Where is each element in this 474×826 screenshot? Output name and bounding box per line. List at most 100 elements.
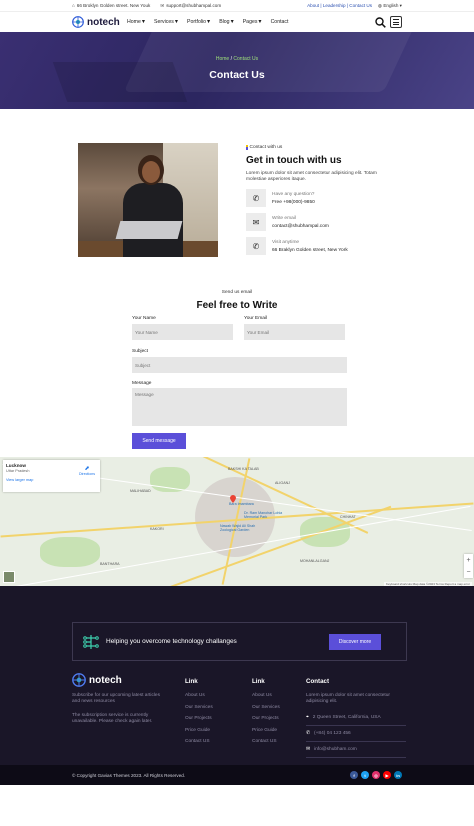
map-embed[interactable]: Bara Imambara Dr. Ram Manohar Lohia Memo… (0, 457, 474, 586)
footer-link-services[interactable]: Our Services (252, 705, 280, 710)
info-label: Visit anytime (272, 239, 300, 245)
menu-toggle-button[interactable] (390, 16, 402, 28)
main-nav: notech Home▼ Services▼ Portfolio▼ Blog▼ … (0, 11, 474, 32)
email-label: Your Email (244, 316, 268, 321)
search-icon[interactable] (375, 16, 386, 28)
map-label: ALIGANJ (275, 481, 290, 485)
footer-logo-text: notech (89, 674, 122, 686)
footer-logo[interactable]: notech (72, 673, 162, 687)
footer-link-services[interactable]: Our Services (185, 705, 213, 710)
logo-icon (72, 16, 84, 28)
breadcrumb: Home / Contact Us (0, 56, 474, 62)
footer-link-price[interactable]: Price Guide (252, 728, 280, 733)
footer-link-contact[interactable]: Contact US (185, 739, 213, 744)
map-label: KAKORI (150, 527, 164, 531)
email-input[interactable] (244, 324, 345, 340)
nav-menu: Home▼ Services▼ Portfolio▼ Blog▼ Pages▼ … (127, 19, 288, 25)
breadcrumb-current: Contact Us (233, 56, 259, 62)
mail-icon: ✉ (306, 747, 311, 752)
directions-label: Directions (79, 472, 95, 476)
instagram-icon[interactable]: ◎ (372, 771, 380, 779)
footer-col-title: Link (185, 678, 198, 685)
map-label: CHINHAT (340, 515, 356, 519)
footer-about: notech Subscribe for our upcoming latest… (72, 673, 162, 725)
nav-item-portfolio[interactable]: Portfolio▼ (187, 19, 211, 25)
contact-form-section: Send us email Feel free to Write Your Na… (0, 288, 474, 449)
top-bar: ⌂ 66 Broklyn Golden street. New Youk ✉ s… (0, 0, 474, 11)
footer-contact-text[interactable]: (+84) 04 123 456 (314, 731, 351, 736)
nav-item-services[interactable]: Services▼ (154, 19, 179, 25)
footer-subscribe-note: The subscription service is currently un… (72, 713, 153, 724)
breadcrumb-home[interactable]: Home (216, 56, 229, 62)
directions-icon: ⬈ (84, 466, 90, 472)
phone-icon: ✆ (246, 189, 266, 207)
footer-contact-phone: ✆ (+84) 04 123 456 (306, 726, 406, 742)
footer-contact-email: ✉ info@shubham.com (306, 742, 406, 758)
satellite-toggle[interactable] (3, 571, 15, 583)
footer-about-text: Subscribe for our upcoming latest articl… (72, 693, 160, 704)
footer-link-projects[interactable]: Our Projects (185, 716, 213, 721)
footer-contact-text[interactable]: info@shubham.com (314, 747, 357, 752)
contact-info-section: Contact with us Get in touch with us Lor… (0, 109, 474, 288)
nav-item-home[interactable]: Home▼ (127, 19, 146, 25)
section-title: Get in touch with us (246, 155, 342, 166)
message-textarea[interactable] (132, 388, 347, 426)
copyright-text: © Copyright Gavias Themes 2023. All Righ… (72, 772, 186, 778)
topbar-links[interactable]: About | Leadership | Contact Us (307, 3, 372, 8)
map-pin-icon (230, 495, 236, 503)
twitter-icon[interactable]: t (361, 771, 369, 779)
zoom-out-button[interactable]: − (466, 569, 470, 576)
info-value[interactable]: Free +98(000)-9850 (272, 200, 315, 205)
footer-contact-desc: Lorem ipsum dolor sit amet consectetur a… (306, 693, 390, 704)
form-tag: Send us email (221, 290, 253, 295)
nav-item-contact[interactable]: Contact (271, 19, 289, 25)
directions-button[interactable]: ⬈ Directions (79, 465, 95, 476)
location-icon: ⌂ (72, 3, 75, 8)
zoom-in-button[interactable]: + (466, 557, 470, 564)
map-label: Nawab Wajid Ali Shah Zoological Garden (220, 524, 256, 532)
discover-more-button[interactable]: Discover more (329, 633, 381, 650)
footer-col-title: Link (252, 678, 265, 685)
topbar-email[interactable]: support@shubhampal.com (166, 3, 221, 8)
send-message-button[interactable]: Send message (132, 433, 186, 449)
info-item-address: ✆ Visit anytime 66 Braklyn Golden street,… (246, 237, 396, 255)
info-label: Have any question? (272, 191, 315, 197)
footer-link-contact[interactable]: Contact US (252, 739, 280, 744)
email-item[interactable]: ✉ support@shubhampal.com (160, 3, 221, 9)
footer-link-price[interactable]: Price Guide (185, 728, 213, 733)
location-icon: ✆ (246, 237, 266, 255)
map-label: Dr. Ram Manohar Lohia Memorial Park (244, 511, 283, 519)
message-label: Message (132, 381, 152, 386)
language-label: English (383, 2, 399, 8)
info-value[interactable]: contact@shubhampal.com (272, 224, 329, 229)
globe-icon: ◍ (378, 2, 383, 8)
language-select[interactable]: ◍ English ▾ (378, 3, 402, 9)
facebook-icon[interactable]: f (350, 771, 358, 779)
map-zoom-control: + − (464, 554, 473, 578)
footer-contact-address: ⌖ 2 Queen Street, California, USA (306, 709, 406, 726)
cta-text: Helping you overcome technology challang… (106, 638, 237, 645)
info-value: 66 Braklyn Golden street, New York (272, 247, 348, 253)
footer-link-projects[interactable]: Our Projects (252, 716, 280, 721)
logo[interactable]: notech (72, 16, 127, 28)
nav-item-pages[interactable]: Pages▼ (243, 19, 263, 25)
mail-icon: ✉ (246, 213, 266, 231)
logo-text: notech (87, 16, 120, 28)
section-tag-text: Contact with us (249, 145, 283, 150)
info-item-phone: ✆ Have any question? Free +98(000)-9850 (246, 189, 396, 207)
section-tag: Contact with us (246, 145, 396, 150)
footer-contact: Contact Lorem ipsum dolor sit amet conse… (306, 678, 408, 758)
view-larger-map-link[interactable]: View larger map (6, 478, 97, 482)
page-hero: Home / Contact Us Contact Us (0, 32, 474, 109)
logo-icon (72, 673, 86, 687)
contact-photo (78, 143, 218, 257)
circuit-icon (83, 634, 99, 649)
youtube-icon[interactable]: ▶ (383, 771, 391, 779)
footer-link-about[interactable]: About Us (252, 693, 280, 698)
nav-item-blog[interactable]: Blog▼ (219, 19, 235, 25)
name-input[interactable] (132, 324, 233, 340)
subject-input[interactable] (132, 357, 347, 373)
footer-link-about[interactable]: About Us (185, 693, 213, 698)
linkedin-icon[interactable]: in (394, 771, 402, 779)
footer-links-1: Link About Us Our Services Our Projects … (185, 678, 213, 751)
